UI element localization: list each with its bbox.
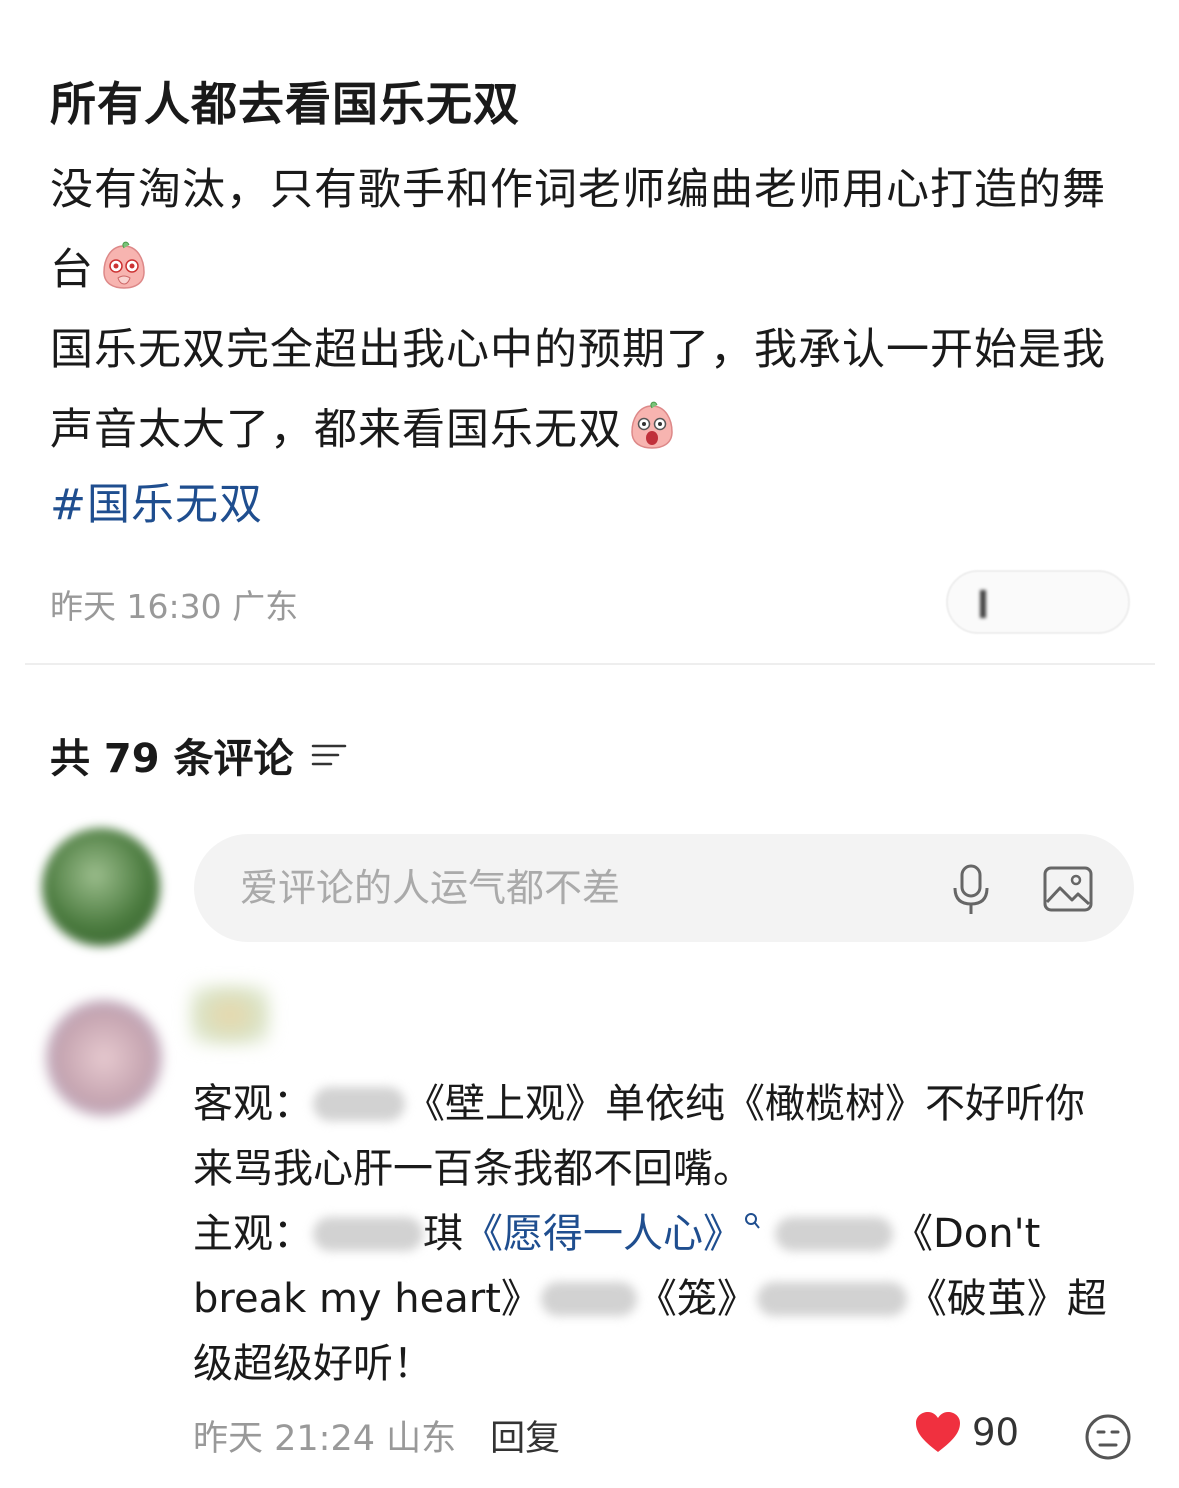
commenter-name-blurred[interactable]: [190, 985, 270, 1045]
reply-button[interactable]: 回复: [490, 1410, 560, 1461]
post-timestamp-location: 昨天 16:30 广东: [50, 587, 299, 626]
hashtag-link[interactable]: #国乐无双: [50, 470, 263, 532]
post-line-1: 没有淘汰，只有歌手和作词老师编曲老师用心打造的舞台: [50, 165, 1106, 295]
section-divider: [25, 663, 1155, 665]
microphone-icon[interactable]: [946, 862, 996, 918]
comment-text: 琪: [423, 1211, 463, 1257]
redacted-text: [775, 1217, 893, 1251]
like-button[interactable]: 90: [914, 1410, 1019, 1454]
redacted-text: [313, 1217, 423, 1251]
sort-filter-icon[interactable]: [310, 740, 348, 770]
redacted-text: [540, 1282, 637, 1316]
redacted-text: [756, 1282, 907, 1316]
comment-objective-label: 客观：: [193, 1081, 313, 1127]
emoji-react-icon[interactable]: [1084, 1413, 1132, 1461]
heart-icon: [916, 1412, 960, 1452]
comment-text: 《笼》: [636, 1276, 757, 1322]
commenter-avatar[interactable]: [46, 1000, 162, 1116]
comment-subjective-label: 主观：: [193, 1211, 313, 1257]
comment-timestamp-location: 昨天 21:24 山东: [193, 1419, 457, 1459]
comment-count-header[interactable]: 共 79 条评论: [50, 726, 348, 784]
blurred-action-pill[interactable]: [946, 570, 1130, 634]
post-line-2: 国乐无双完全超出我心中的预期了，我承认一开始是我声音太大了，都来看国乐无双: [50, 325, 1106, 455]
post-body: 没有淘汰，只有歌手和作词老师编曲老师用心打造的舞台 国乐无双完全超出我心中的预期…: [50, 150, 1135, 470]
song-search-link[interactable]: 《愿得一人心》: [463, 1211, 743, 1257]
comment-input-bar[interactable]: [194, 834, 1134, 942]
post-title: 所有人都去看国乐无双: [50, 77, 520, 131]
comment-text: 《壁上观》单依纯: [405, 1081, 725, 1127]
redacted-text: [313, 1087, 405, 1121]
comment-count-label: 共 79 条评论: [50, 736, 294, 782]
comment-meta: 昨天 21:24 山东 回复: [193, 1410, 560, 1461]
search-icon[interactable]: [743, 1211, 761, 1233]
peach-emoji-shocked-icon: [631, 401, 673, 449]
current-user-avatar[interactable]: [42, 828, 160, 946]
peach-emoji-teary-icon: [103, 241, 145, 289]
like-count: 90: [972, 1410, 1020, 1454]
image-icon[interactable]: [1042, 864, 1094, 914]
comment-body: 客观： 《壁上观》单依纯《橄榄树》不好听你来骂我心肝一百条我都不回嘴。 主观： 琪《…: [193, 1072, 1123, 1397]
comment-input[interactable]: [240, 866, 880, 910]
